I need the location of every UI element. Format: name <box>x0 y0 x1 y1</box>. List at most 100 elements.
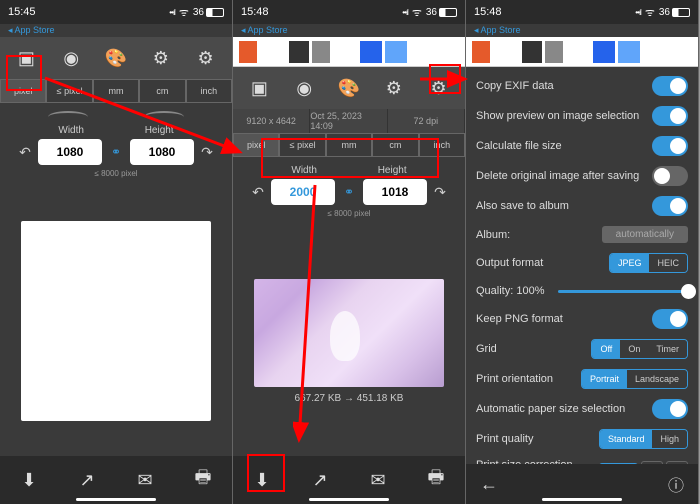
unit-mm[interactable]: mm <box>93 79 139 103</box>
back-link[interactable]: ◂ App Store <box>466 24 698 37</box>
label-grid: Grid <box>476 343 497 355</box>
unit-cm[interactable]: cm <box>372 133 418 157</box>
time: 15:48 <box>241 6 269 18</box>
album-value[interactable]: automatically <box>602 226 688 243</box>
wifi-icon: ᯤ <box>179 5 189 20</box>
toggle-show-preview[interactable] <box>652 106 688 126</box>
gear-icon[interactable]: ⚙ <box>422 71 456 105</box>
download-icon[interactable]: ⬇ <box>244 462 280 498</box>
size-label: 667.27 KB → 451.18 KB <box>295 393 404 404</box>
dimension-section: WidthHeight ↶ ⚭ ↷ ≤ 8000 pixel <box>233 157 465 226</box>
palette-icon[interactable]: 🎨 <box>332 71 366 105</box>
unit-mm[interactable]: mm <box>326 133 372 157</box>
height-label: Height <box>378 165 407 176</box>
camera-icon[interactable]: ◉ <box>287 71 321 105</box>
unit-pixel[interactable]: pixel <box>0 79 46 103</box>
signal-icon: ••ıl <box>635 8 641 17</box>
seg-jpeg[interactable]: JPEG <box>610 254 650 272</box>
pixelated-ad <box>466 37 698 67</box>
width-input[interactable] <box>271 179 335 205</box>
preview-image[interactable] <box>21 221 211 421</box>
unit-inch[interactable]: inch <box>419 133 465 157</box>
width-input[interactable] <box>38 139 102 165</box>
toggle-calc-size[interactable] <box>652 136 688 156</box>
seg-heic[interactable]: HEIC <box>649 254 687 272</box>
link-icon[interactable]: ⚭ <box>106 145 126 159</box>
signal-icon: ••ıl <box>169 8 175 17</box>
seg-printq: StandardHigh <box>599 429 688 449</box>
undo-icon[interactable]: ↶ <box>249 179 267 205</box>
unit-pixel[interactable]: pixel <box>233 133 279 157</box>
signal-icon: ••ıl <box>402 8 408 17</box>
seg-landscape[interactable]: Landscape <box>627 370 687 388</box>
redo-icon[interactable]: ↷ <box>431 179 449 205</box>
toggle-copy-exif[interactable] <box>652 76 688 96</box>
sliders-icon[interactable]: ⚙ <box>144 41 178 75</box>
camera-icon[interactable]: ◉ <box>54 41 88 75</box>
height-input[interactable] <box>130 139 194 165</box>
share-icon[interactable]: ↗ <box>69 462 105 498</box>
seg-timer[interactable]: Timer <box>648 340 687 358</box>
seg-off[interactable]: Off <box>592 340 620 358</box>
max-label: ≤ 8000 pixel <box>241 209 457 218</box>
back-link[interactable]: ◂ App Store <box>0 24 232 37</box>
info-icon[interactable]: ⓘ <box>668 472 684 496</box>
download-icon[interactable]: ⬇ <box>11 462 47 498</box>
print-icon[interactable]: 🖶 <box>185 462 221 498</box>
info-dpi: 72 dpi <box>388 109 465 133</box>
height-input[interactable] <box>363 179 427 205</box>
status-bar: 15:48 ••ılᯤ36 <box>466 0 698 24</box>
toggle-delete-orig[interactable] <box>652 166 688 186</box>
dimension-section: WidthHeight ↶ ⚭ ↷ ≤ 8000 pixel <box>0 103 232 186</box>
redo-icon[interactable]: ↷ <box>198 139 216 165</box>
unit-inch[interactable]: inch <box>186 79 232 103</box>
pixelated-ad <box>233 37 465 67</box>
preview-image[interactable] <box>254 279 444 387</box>
status-bar: 15:48 ••ılᯤ36 <box>233 0 465 24</box>
label-quality: Quality: 100% <box>476 285 544 297</box>
time: 15:48 <box>474 6 502 18</box>
toolbar: ▣ ◉ 🎨 ⚙ ⚙ <box>233 67 465 109</box>
label-calc-size: Calculate file size <box>476 140 562 152</box>
seg-grid: OffOnTimer <box>591 339 688 359</box>
screen-2: 15:48 ••ılᯤ36 ◂ App Store ▣ ◉ 🎨 ⚙ ⚙ 9120… <box>233 0 466 504</box>
gear-icon[interactable]: ⚙ <box>189 41 223 75</box>
quality-slider[interactable] <box>558 290 688 293</box>
seg-portrait[interactable]: Portrait <box>582 370 627 388</box>
back-link[interactable]: ◂ App Store <box>233 24 465 37</box>
sliders-icon[interactable]: ⚙ <box>377 71 411 105</box>
unit-maxpixel[interactable]: ≤ pixel <box>279 133 325 157</box>
status-bar: 15:45 ••ıl ᯤ 36 <box>0 0 232 24</box>
toggle-keep-png[interactable] <box>652 309 688 329</box>
share-icon[interactable]: ↗ <box>302 462 338 498</box>
unit-row: pixel ≤ pixel mm cm inch <box>233 133 465 157</box>
wifi-icon: ᯤ <box>645 5 655 20</box>
gallery-icon[interactable]: ▣ <box>242 71 276 105</box>
link-icon[interactable]: ⚭ <box>339 185 359 199</box>
label-print-q: Print quality <box>476 433 533 445</box>
label-auto-paper: Automatic paper size selection <box>476 403 625 415</box>
max-label: ≤ 8000 pixel <box>8 169 224 178</box>
mail-icon[interactable]: ✉ <box>127 462 163 498</box>
palette-icon[interactable]: 🎨 <box>99 41 133 75</box>
settings-list: Copy EXIF data Show preview on image sel… <box>466 67 698 464</box>
unit-cm[interactable]: cm <box>139 79 185 103</box>
label-keep-png: Keep PNG format <box>476 313 563 325</box>
toggle-auto-paper[interactable] <box>652 399 688 419</box>
print-icon[interactable]: 🖶 <box>418 462 454 498</box>
gallery-icon[interactable]: ▣ <box>9 41 43 75</box>
mail-icon[interactable]: ✉ <box>360 462 396 498</box>
seg-standard[interactable]: Standard <box>600 430 653 448</box>
time: 15:45 <box>8 6 36 18</box>
toolbar: ▣ ◉ 🎨 ⚙ ⚙ <box>0 37 232 79</box>
height-label: Height <box>145 125 174 136</box>
battery: 36 <box>193 7 224 18</box>
seg-high[interactable]: High <box>652 430 687 448</box>
seg-on[interactable]: On <box>620 340 648 358</box>
undo-icon[interactable]: ↶ <box>16 139 34 165</box>
back-icon[interactable]: ← <box>480 474 498 495</box>
unit-maxpixel[interactable]: ≤ pixel <box>46 79 92 103</box>
toggle-save-album[interactable] <box>652 196 688 216</box>
label-copy-exif: Copy EXIF data <box>476 80 554 92</box>
unit-row: pixel ≤ pixel mm cm inch <box>0 79 232 103</box>
